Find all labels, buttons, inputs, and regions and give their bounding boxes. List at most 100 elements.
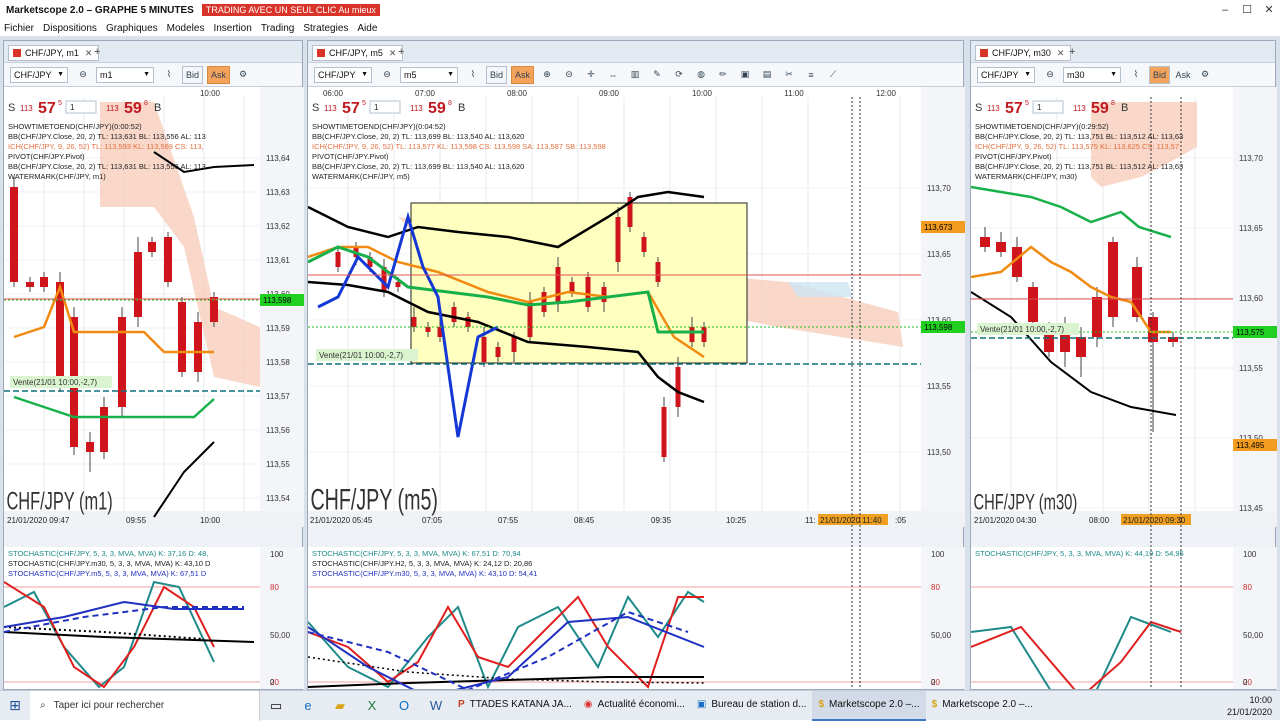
menu-insertion[interactable]: Insertion (213, 23, 251, 34)
list-icon[interactable]: ≡ (802, 66, 820, 84)
menu-graphiques[interactable]: Graphiques (106, 23, 158, 34)
price-tag-value: 113,495 (1236, 441, 1265, 450)
stochastic-scale-label: 50,00 (1243, 631, 1264, 640)
sell-price-big: 57 (1005, 100, 1023, 117)
settings-icon[interactable]: ⚙ (234, 66, 252, 84)
add-tab-icon[interactable]: + (1069, 46, 1075, 58)
menu-modeles[interactable]: Modeles (167, 23, 205, 34)
tab-close-icon[interactable]: ✕ (1057, 48, 1065, 59)
order-label: Vente(21/01 10:00,-2,7) (13, 378, 97, 387)
tab-chfjpy-m5[interactable]: CHF/JPY, m5 ✕ (312, 45, 404, 61)
tab-chfjpy-m1[interactable]: CHF/JPY, m1 ✕ (8, 45, 100, 61)
line-chart-icon[interactable]: ⌇ (464, 66, 482, 84)
chart-type-icon[interactable]: ⊖ (74, 66, 92, 84)
chart-tab-icon (980, 49, 988, 57)
add-tab-icon[interactable]: + (94, 46, 100, 58)
symbol-select[interactable]: CHF/JPY ▼ (10, 66, 68, 83)
candle (335, 252, 341, 267)
scroll-icon[interactable]: ⇔ (604, 66, 622, 84)
taskbar-app-powerpoint[interactable]: P TTADES KATANA JA... (452, 691, 578, 721)
bid-button[interactable]: Bid (1149, 65, 1171, 84)
timeframe-select[interactable]: m1 ▼ (96, 66, 154, 83)
tab-close-icon[interactable]: ✕ (389, 48, 397, 59)
timeframe-select[interactable]: m30 ▼ (1063, 66, 1121, 83)
workarea: CHF/JPY, m1 ✕ + CHF/JPY ▼ ⊖ m1 ▼ ⌇ Bid Ask… (0, 36, 1280, 690)
add-tab-icon[interactable]: + (398, 46, 404, 58)
time-label: 10:00 (692, 89, 713, 98)
price-label: 113,63 (266, 188, 290, 197)
chart-canvas-m1[interactable]: 10:00113,64113,63113,62113,61113,60113,5… (4, 87, 304, 689)
line-chart-icon[interactable]: ⌇ (160, 66, 178, 84)
draw-icon[interactable]: ⟋ (824, 66, 842, 84)
zoom-out-icon[interactable]: ⊝ (560, 66, 578, 84)
chart-canvas-m30[interactable]: 113,70113,65113,60113,55113,50113,45113,… (971, 87, 1277, 689)
taskbar-app-marketscope-1[interactable]: $ Marketscope 2.0 –... (812, 690, 926, 721)
tab-row: CHF/JPY, m5 ✕ + (308, 41, 963, 63)
timeframe-select[interactable]: m5 ▼ (400, 66, 458, 83)
bid-button[interactable]: Bid (486, 65, 508, 84)
symbol-select[interactable]: CHF/JPY ▼ (314, 66, 372, 83)
chart-type-icon[interactable]: ⊖ (378, 66, 396, 84)
ask-button[interactable]: Ask (1174, 66, 1192, 84)
menu-trading[interactable]: Trading (261, 23, 295, 34)
time-label: 12:00 (876, 89, 897, 98)
candle (118, 317, 126, 407)
crosshair-icon[interactable]: ✛ (582, 66, 600, 84)
chart-toolbar: CHF/JPY ▼ ⊖ m5 ▼ ⌇ Bid Ask ⊕ ⊝ ✛ ⇔ ▥ ✎ ⟳ ◍… (308, 63, 963, 87)
edge-browser-icon[interactable]: e (292, 698, 324, 713)
taskbar-app-marketscope-2[interactable]: $ Marketscope 2.0 –... (926, 691, 1039, 721)
menu-fichier[interactable]: Fichier (4, 23, 34, 34)
image-icon[interactable]: ▣ (736, 66, 754, 84)
ask-button[interactable]: Ask (207, 65, 231, 84)
refresh-icon[interactable]: ⟳ (670, 66, 688, 84)
symbol-select[interactable]: CHF/JPY ▼ (977, 66, 1035, 83)
chart-type-icon[interactable]: ⊖ (1041, 66, 1059, 84)
outlook-icon[interactable]: O (388, 698, 420, 713)
one-click-trading-banner[interactable]: TRADING AVEC UN SEUL CLIC Au mieux (201, 4, 380, 16)
taskbar-app-remote[interactable]: ▣ Bureau de station d... (691, 691, 813, 721)
close-icon[interactable]: ✕ (1258, 0, 1280, 20)
price-label: 113,70 (1239, 154, 1263, 163)
tab-chfjpy-m30[interactable]: CHF/JPY, m30 ✕ (975, 45, 1072, 61)
taskbar-search-input[interactable]: ⌕ Taper ici pour rechercher (30, 690, 260, 721)
chrome-icon: ◉ (583, 699, 593, 710)
chart-toolbar: CHF/JPY ▼ ⊖ m1 ▼ ⌇ Bid Ask ⚙ (4, 63, 302, 87)
bar-chart-icon[interactable]: ▥ (626, 66, 644, 84)
pencil-icon[interactable]: ✏ (714, 66, 732, 84)
candle (585, 277, 591, 307)
bid-button[interactable]: Bid (182, 65, 204, 84)
menu-bar: Fichier Dispositions Graphiques Modeles … (0, 20, 1280, 36)
windows-start-icon[interactable]: ⊞ (0, 697, 30, 714)
menu-dispositions[interactable]: Dispositions (43, 23, 97, 34)
tools-icon[interactable]: ✂ (780, 66, 798, 84)
system-clock[interactable]: 10:00 21/01/2020 (1227, 694, 1272, 718)
menu-aide[interactable]: Aide (357, 23, 377, 34)
file-explorer-icon[interactable]: ▰ (324, 698, 356, 714)
settings-icon[interactable]: ⚙ (1196, 66, 1214, 84)
table-icon[interactable]: ▤ (758, 66, 776, 84)
indicator-legend: BB(CHF/JPY.Close, 20, 2) TL: 113,699 BL:… (312, 162, 524, 171)
tab-close-icon[interactable]: ✕ (85, 48, 93, 59)
zoom-in-icon[interactable]: ⊕ (538, 66, 556, 84)
chart-canvas-m5[interactable]: 06:00 07:00 08:00 09:00 10:00 11:00 12:00 113,7… (308, 87, 965, 689)
stochastic-legend: STOCHASTIC(CHF/JPY.m30, 5, 3, 3, MVA, MV… (312, 569, 537, 578)
task-view-icon[interactable]: ▭ (260, 698, 292, 714)
note-icon[interactable]: ✎ (648, 66, 666, 84)
maximize-icon[interactable]: ☐ (1236, 0, 1258, 20)
stochastic-scale-label: 80 (270, 583, 279, 592)
sell-price-prefix: 113 (324, 104, 337, 113)
candle (615, 217, 621, 262)
word-icon[interactable]: W (420, 698, 452, 713)
ask-button[interactable]: Ask (511, 65, 535, 84)
menu-strategies[interactable]: Strategies (303, 23, 348, 34)
candle (451, 307, 457, 322)
excel-icon[interactable]: X (356, 698, 388, 713)
line-chart-icon[interactable]: ⌇ (1127, 66, 1145, 84)
taskbar-app-chrome[interactable]: ◉ Actualité économi... (578, 691, 691, 721)
globe-icon[interactable]: ◍ (692, 66, 710, 84)
sell-price-sup: 5 (362, 100, 366, 107)
candle (661, 407, 667, 457)
indicator-legend: BB(CHF/JPY.Close, 20, 2) TL: 113,631 BL:… (8, 132, 206, 141)
minimize-icon[interactable]: – (1214, 0, 1236, 20)
time-label: 10:00 (200, 516, 221, 525)
